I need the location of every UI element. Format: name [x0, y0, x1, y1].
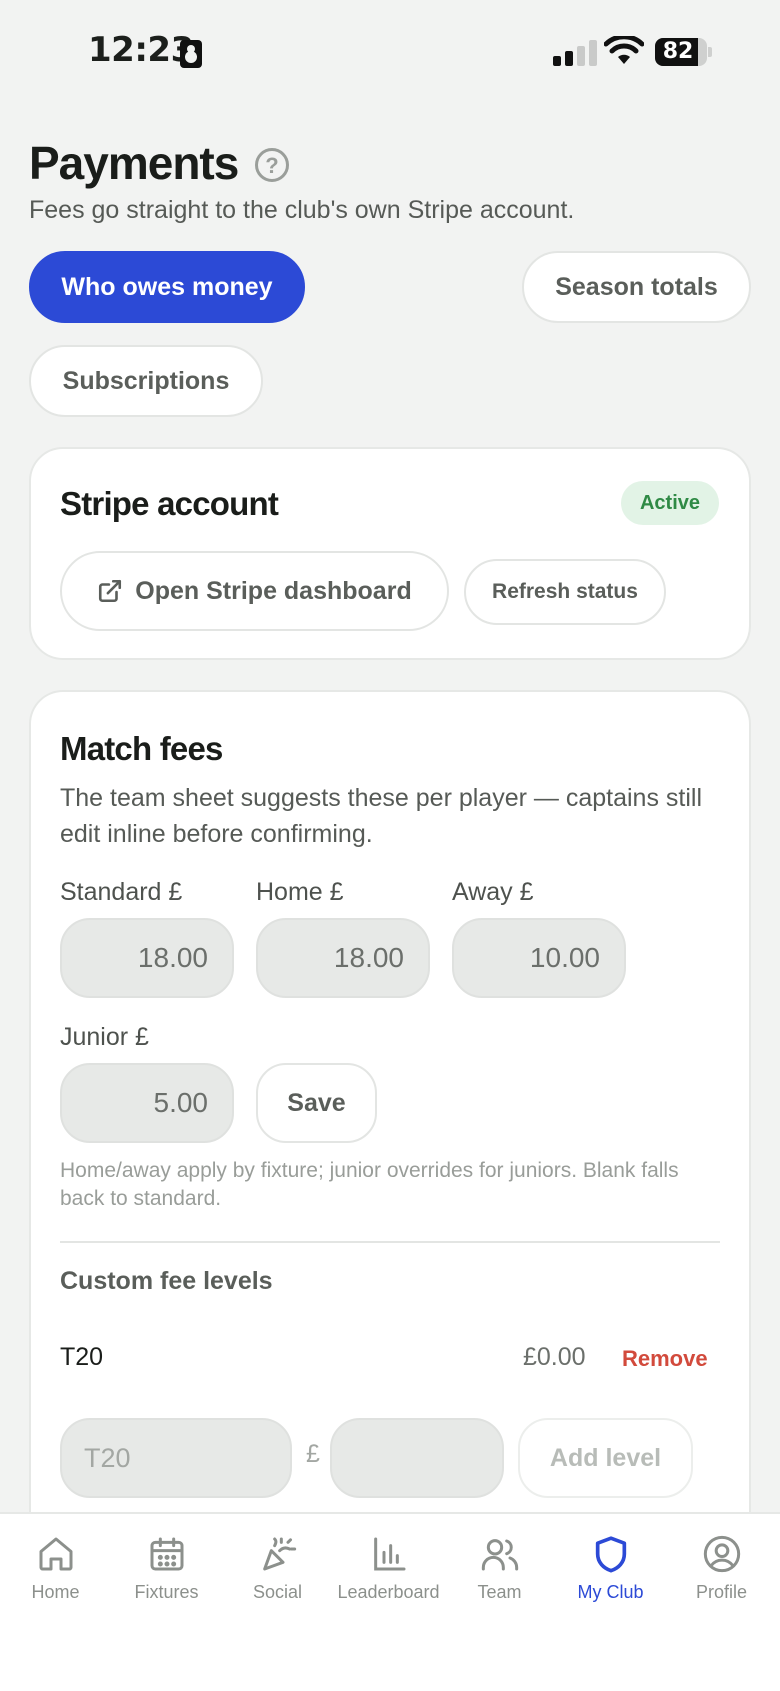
standard-fee-label: Standard £ [60, 878, 183, 906]
stripe-account-title: Stripe account [60, 485, 279, 522]
status-time: 12:23 [88, 30, 194, 70]
nav-fixtures-label: Fixtures [134, 1582, 199, 1602]
tab-subscriptions[interactable]: Subscriptions [29, 345, 263, 417]
nav-fixtures[interactable]: Fixtures [111, 1514, 222, 1634]
nav-profile[interactable]: Profile [666, 1514, 777, 1634]
shield-icon [595, 1536, 626, 1573]
open-stripe-dashboard-label: Open Stripe dashboard [135, 576, 412, 605]
wifi-icon [604, 36, 644, 64]
home-fee-label: Home £ [256, 878, 344, 906]
currency-symbol: £ [306, 1440, 320, 1468]
nav-leaderboard[interactable]: Leaderboard [333, 1514, 444, 1634]
tab-season-totals[interactable]: Season totals [522, 251, 751, 323]
battery-icon: 82 [655, 38, 712, 66]
match-fees-card: Match fees The team sheet suggests these… [29, 690, 751, 1570]
calendar-icon [150, 1537, 183, 1571]
page-title: Payments [29, 137, 239, 189]
nav-profile-label: Profile [695, 1582, 748, 1602]
open-stripe-dashboard-button[interactable]: Open Stripe dashboard [60, 551, 449, 631]
battery-percent: 82 [662, 39, 694, 64]
remove-level-button[interactable]: Remove [622, 1346, 708, 1372]
match-fees-title: Match fees [60, 730, 223, 767]
match-fees-description: The team sheet suggests these per player… [60, 784, 702, 848]
refresh-status-button[interactable]: Refresh status [464, 559, 666, 625]
nav-home-label: Home [31, 1582, 80, 1602]
custom-level-name: T20 [60, 1343, 104, 1371]
status-bar: 12:23 82 [0, 0, 780, 100]
junior-fee-label: Junior £ [60, 1023, 149, 1051]
users-icon [481, 1539, 518, 1571]
junior-fee-input[interactable]: 5.00 [60, 1063, 234, 1143]
custom-fee-levels-label: Custom fee levels [60, 1267, 273, 1295]
new-level-name-input[interactable]: T20 [60, 1418, 292, 1498]
save-button[interactable]: Save [256, 1063, 377, 1143]
bar-chart-icon [373, 1537, 405, 1571]
cellular-signal-icon [553, 38, 597, 66]
away-fee-label: Away £ [452, 878, 534, 906]
nav-my-club[interactable]: My Club [555, 1514, 666, 1634]
home-icon [39, 1537, 72, 1571]
contact-card-icon [180, 40, 202, 68]
home-fee-input[interactable]: 18.00 [256, 918, 430, 998]
add-level-button[interactable]: Add level [518, 1418, 693, 1498]
divider [60, 1241, 720, 1243]
nav-home[interactable]: Home [0, 1514, 111, 1634]
tab-who-owes-money[interactable]: Who owes money [29, 251, 305, 323]
fees-hint: Home/away apply by fixture; junior overr… [60, 1159, 679, 1210]
page-subtitle: Fees go straight to the club's own Strip… [29, 196, 575, 224]
nav-team-label: Team [477, 1582, 522, 1602]
new-level-amount-input[interactable] [330, 1418, 504, 1498]
user-circle-icon [703, 1535, 740, 1573]
help-icon[interactable]: ? [255, 148, 289, 182]
standard-fee-input[interactable]: 18.00 [60, 918, 234, 998]
status-badge: Active [620, 481, 719, 525]
custom-level-amount: £0.00 [523, 1343, 586, 1371]
nav-leaderboard-label: Leaderboard [337, 1582, 440, 1602]
nav-my-club-label: My Club [577, 1582, 644, 1602]
nav-social-label: Social [252, 1582, 303, 1602]
away-fee-input[interactable]: 10.00 [452, 918, 626, 998]
nav-social[interactable]: Social [222, 1514, 333, 1634]
party-popper-icon [262, 1537, 296, 1571]
bottom-nav: Home Fixtures Social Leaderboard Team My… [0, 1512, 780, 1691]
nav-team[interactable]: Team [444, 1514, 555, 1634]
stripe-account-card: Stripe account Active Open Stripe dashbo… [29, 447, 751, 660]
external-link-icon [99, 579, 122, 603]
